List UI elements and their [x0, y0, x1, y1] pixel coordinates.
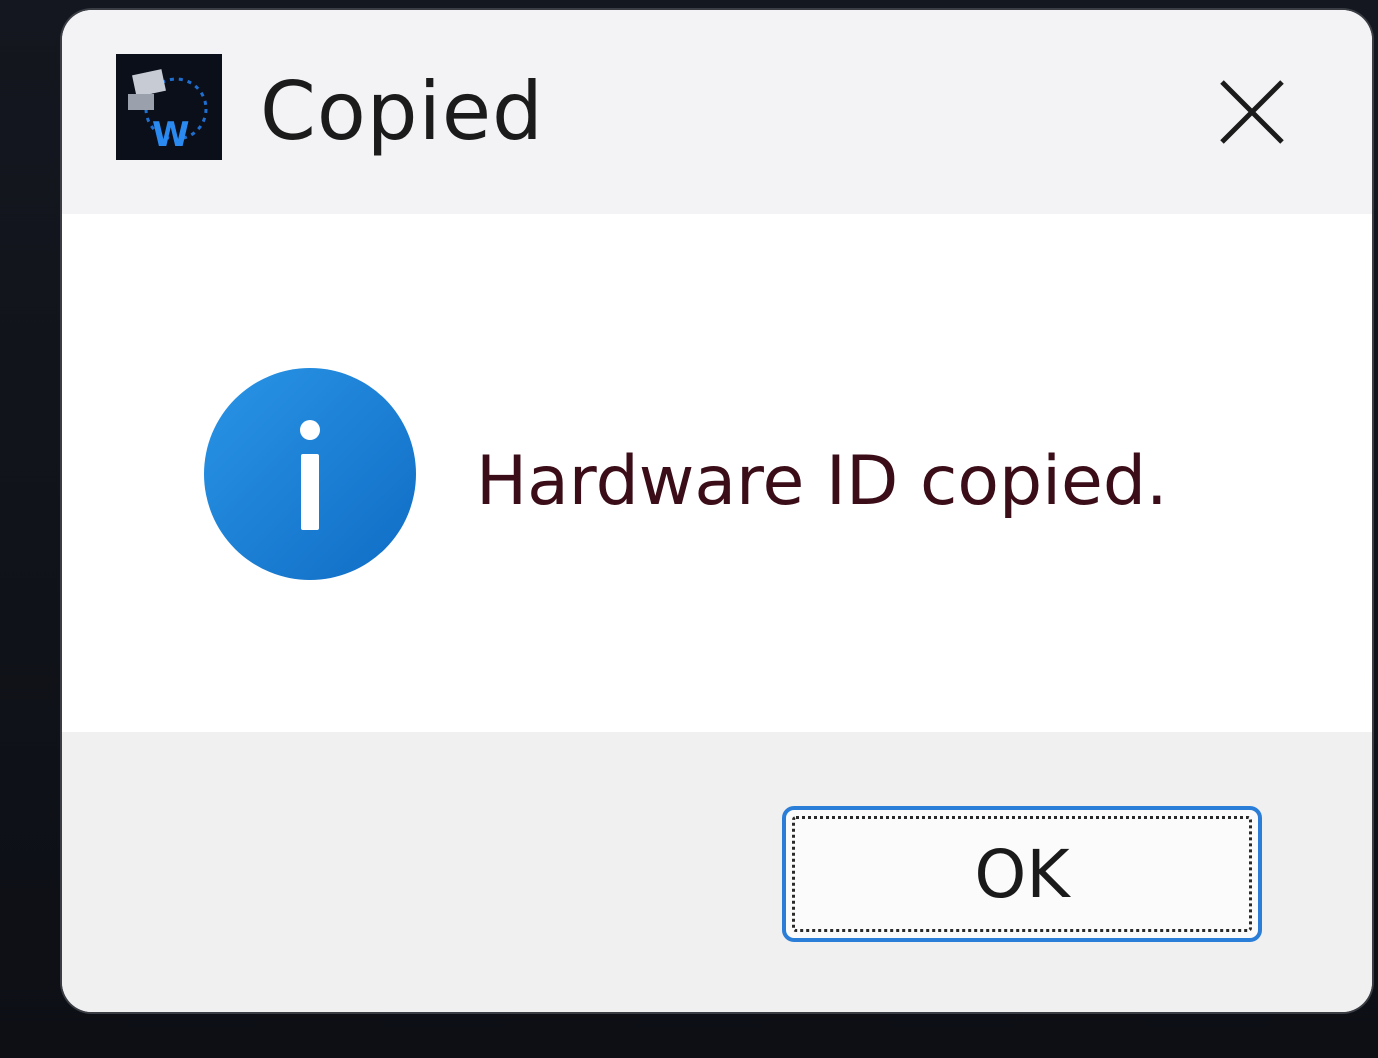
dialog-footer: OK: [62, 732, 1372, 1012]
ok-button-label: OK: [974, 835, 1070, 913]
close-button[interactable]: [1212, 72, 1292, 152]
dialog-content: Hardware ID copied.: [62, 214, 1372, 732]
message-dialog: W Copied Hardware ID copied. OK: [62, 10, 1372, 1012]
info-icon: [202, 366, 418, 582]
svg-text:W: W: [152, 115, 190, 155]
dialog-titlebar: W Copied: [62, 10, 1372, 214]
app-logo-icon: W: [116, 54, 222, 160]
ok-button-focus-rect: OK: [792, 816, 1252, 932]
dialog-title: Copied: [260, 65, 544, 158]
close-icon: [1220, 80, 1284, 144]
dialog-message: Hardware ID copied.: [476, 442, 1168, 521]
ok-button[interactable]: OK: [782, 806, 1262, 942]
